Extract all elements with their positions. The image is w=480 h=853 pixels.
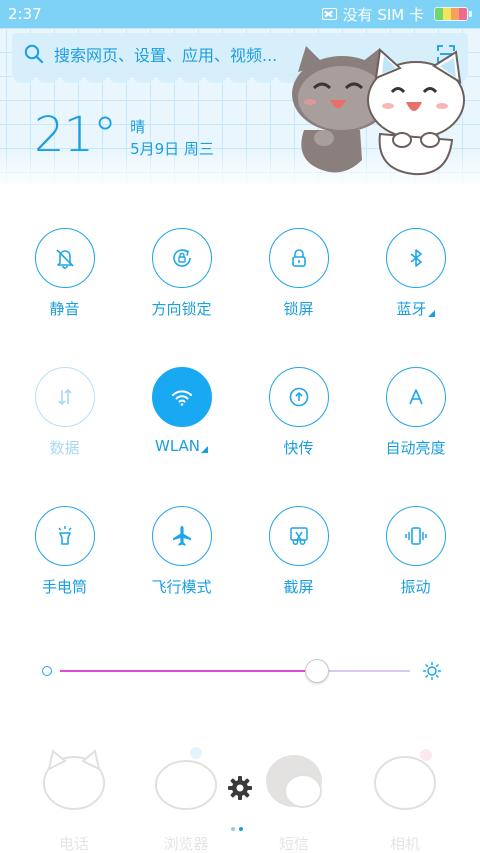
- toggle-lock-screen[interactable]: 锁屏: [240, 228, 357, 319]
- cat-camera-icon: [374, 749, 436, 810]
- battery-tip: [469, 11, 472, 17]
- brightness-fill: [60, 670, 318, 672]
- expand-indicator-icon: [427, 310, 435, 317]
- dock-label: 相机: [389, 835, 420, 853]
- brightness-low-icon: [42, 666, 52, 676]
- toggle-label: 振动: [400, 578, 431, 596]
- toggle-flashlight-circle[interactable]: [34, 506, 95, 566]
- expand-indicator-icon: [201, 446, 208, 453]
- toggle-label: 飞行模式: [151, 578, 212, 596]
- toggle-airplane-mode-circle[interactable]: [151, 506, 212, 566]
- dock-label: 浏览器: [163, 835, 209, 853]
- cat-message-icon: [266, 755, 322, 808]
- toggle-label: 数据: [49, 439, 80, 457]
- temperature: 21°: [34, 107, 117, 163]
- dock-label: 短信: [278, 835, 309, 853]
- toggle-quick-transfer-circle[interactable]: [268, 367, 329, 427]
- airplane-icon: [172, 526, 191, 546]
- toggle-mobile-data-circle[interactable]: [34, 367, 95, 427]
- weather-condition: 晴: [130, 118, 146, 136]
- toggle-auto-brightness-circle[interactable]: [385, 367, 446, 427]
- toggle-label: 自动亮度: [385, 439, 446, 457]
- toggle-mute[interactable]: 静音: [6, 228, 123, 319]
- toggle-screenshot[interactable]: 截屏: [240, 506, 357, 597]
- no-sim-icon: [321, 8, 337, 20]
- brightness-high-icon: [422, 661, 442, 681]
- toggle-rotation-lock[interactable]: 方向锁定: [123, 228, 240, 319]
- weather-details: 晴 5月9日 周三: [130, 116, 214, 160]
- battery-icon: [434, 7, 468, 21]
- dock-item-browser: 浏览器: [136, 745, 236, 853]
- dock-item-messages: 短信: [244, 745, 344, 853]
- status-bar: 2:37 没有 SIM 卡: [0, 0, 480, 28]
- status-time: 2:37: [8, 5, 42, 23]
- rotation-lock-icon: [172, 249, 191, 267]
- toggle-quick-transfer[interactable]: 快传: [240, 367, 357, 458]
- sim-status-text: 没有 SIM 卡: [342, 5, 424, 24]
- toggle-label: 锁屏: [283, 300, 314, 318]
- toggle-label: 截屏: [283, 578, 314, 596]
- toggle-wlan[interactable]: WLAN: [123, 367, 240, 455]
- page-dot-active: [239, 827, 243, 831]
- wifi-icon: [171, 390, 192, 406]
- toggle-vibrate[interactable]: 振动: [357, 506, 474, 597]
- page-indicator: [231, 827, 243, 831]
- toggle-flashlight[interactable]: 手电筒: [6, 506, 123, 597]
- weather-widget[interactable]: 21° 晴 5月9日 周三: [34, 108, 214, 162]
- brightness-slider[interactable]: [40, 655, 444, 687]
- brightness-track[interactable]: [60, 670, 410, 672]
- toggle-wlan-circle[interactable]: [151, 367, 212, 427]
- toggle-lock-screen-circle[interactable]: [268, 228, 329, 288]
- toggle-bluetooth[interactable]: 蓝牙: [357, 228, 474, 319]
- dock-label: 电话: [58, 835, 89, 853]
- settings-gear-icon[interactable]: [226, 774, 254, 802]
- toggle-vibrate-circle[interactable]: [385, 506, 446, 566]
- toggle-mute-circle[interactable]: [34, 228, 95, 288]
- toggle-label: 蓝牙: [396, 298, 435, 319]
- scissors-icon: [289, 527, 308, 545]
- toggle-label: 静音: [49, 300, 80, 318]
- flashlight-icon: [57, 526, 72, 545]
- letter-a-icon: [408, 389, 423, 405]
- toggle-screenshot-circle[interactable]: [268, 506, 329, 566]
- lock-icon: [291, 249, 306, 267]
- status-indicators: 没有 SIM 卡: [321, 4, 472, 25]
- cat-illustration: [292, 46, 465, 176]
- brightness-thumb[interactable]: [305, 659, 330, 683]
- toggle-label: 手电筒: [41, 578, 87, 596]
- toggle-airplane-mode[interactable]: 飞行模式: [123, 506, 240, 597]
- weather-date: 5月9日 周三: [130, 140, 214, 158]
- search-icon: [24, 44, 44, 64]
- bell-off-icon: [55, 249, 74, 269]
- toggle-auto-brightness[interactable]: 自动亮度: [357, 367, 474, 458]
- vibrate-icon: [404, 527, 427, 545]
- toggle-rotation-lock-circle[interactable]: [151, 228, 212, 288]
- page-dot: [231, 827, 235, 831]
- toggle-label: 方向锁定: [151, 300, 212, 318]
- toggle-label: 快传: [283, 439, 314, 457]
- upload-circle-icon: [289, 387, 308, 407]
- toggle-mobile-data[interactable]: 数据: [6, 367, 123, 458]
- toggle-bluetooth-circle[interactable]: [385, 228, 446, 288]
- data-arrows-icon: [57, 388, 72, 406]
- bluetooth-icon: [410, 249, 422, 267]
- toggle-label: WLAN: [155, 437, 208, 455]
- cat-browser-icon: [155, 747, 217, 810]
- dock-item-camera: 相机: [355, 745, 455, 853]
- dock-item-phone: 电话: [24, 745, 124, 853]
- cat-phone-icon: [43, 749, 105, 810]
